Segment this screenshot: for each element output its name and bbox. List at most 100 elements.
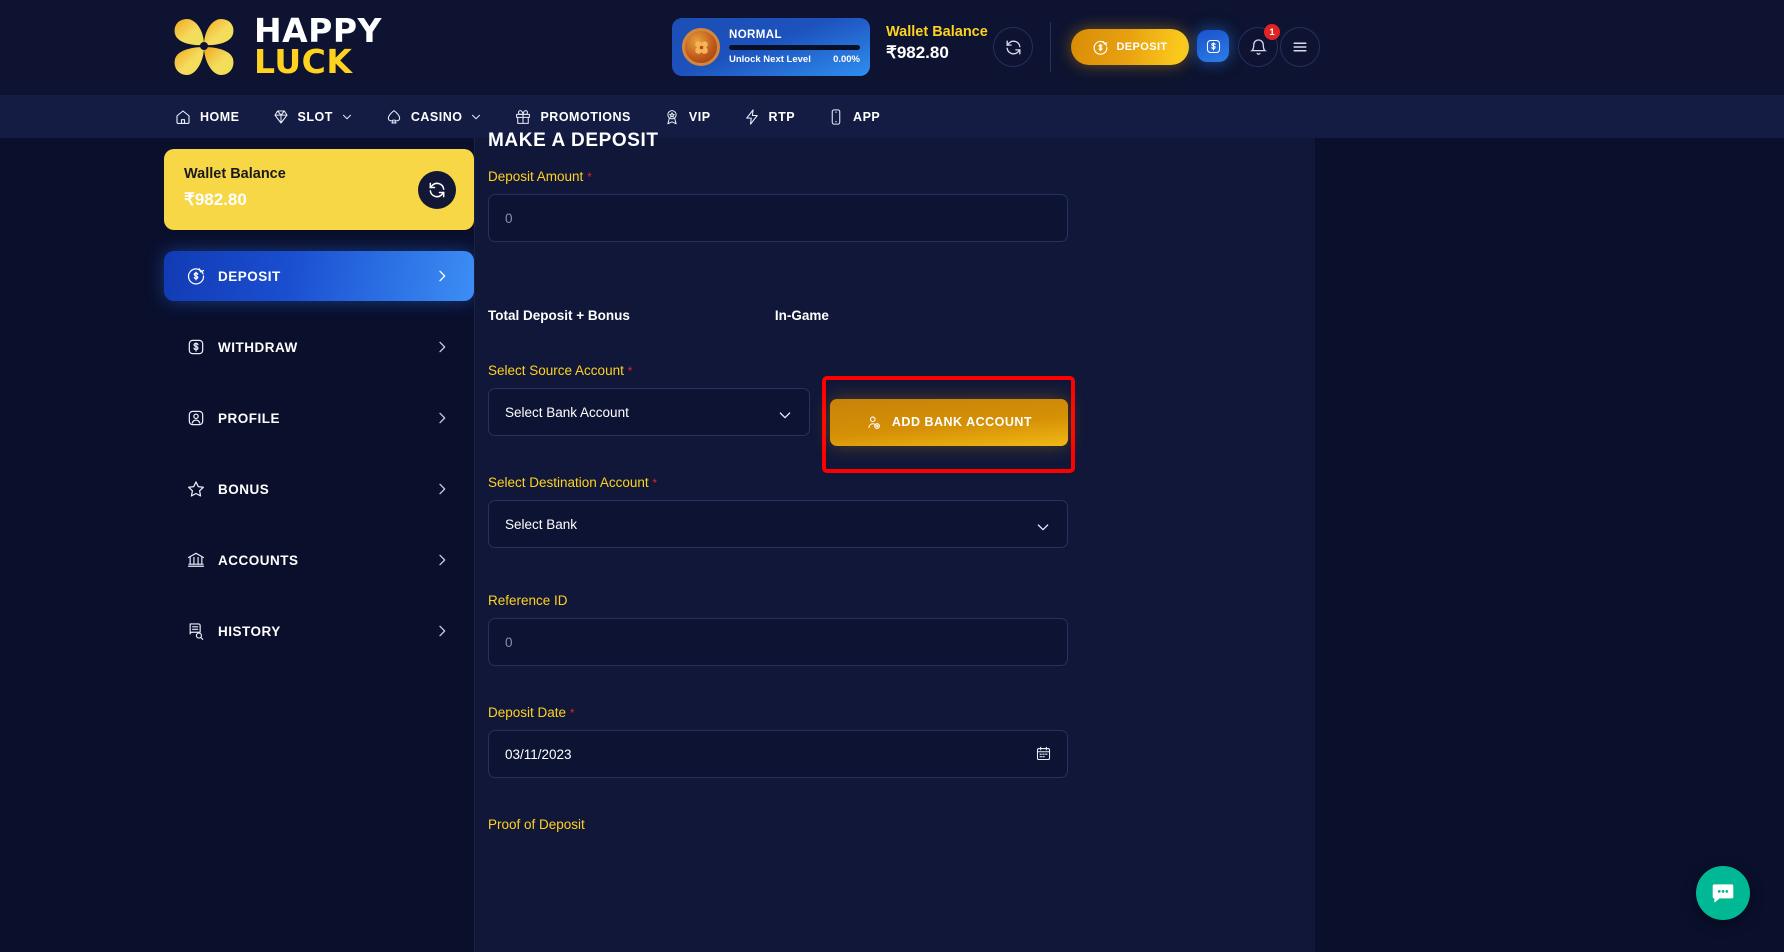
reference-id-label: Reference ID [488, 593, 568, 608]
sidebar-wallet-amount: ₹982.80 [184, 190, 247, 209]
chevron-down-icon [1037, 524, 1049, 531]
add-bank-account-label: ADD BANK ACCOUNT [891, 415, 1033, 429]
home-icon [176, 109, 190, 124]
vip-level-name: NORMAL [729, 29, 782, 41]
vip-badge-icon [667, 109, 677, 124]
deposit-date-field: Deposit Date * [488, 705, 1068, 778]
user-box-icon [186, 408, 206, 428]
required-asterisk: * [627, 364, 633, 378]
nav-item-casino[interactable]: CASINO [369, 95, 499, 138]
nav-label-slot: SLOT [297, 109, 333, 124]
deposit-coin-icon [186, 266, 206, 286]
vip-unlock-label: Unlock Next Level [729, 54, 811, 65]
page-title: MAKE A DEPOSIT [488, 130, 659, 151]
chevron-right-icon [439, 412, 446, 424]
calendar-icon[interactable] [1035, 745, 1052, 762]
sidebar-label-history: HISTORY [218, 623, 281, 639]
nav-label-vip: VIP [688, 109, 711, 124]
refresh-icon [429, 182, 445, 198]
chevron-down-icon [472, 114, 481, 119]
clover-logo-icon [174, 19, 234, 75]
destination-account-field: Select Destination Account * Select Bank [488, 475, 1068, 548]
chat-icon [1712, 884, 1734, 903]
destination-account-selected-value: Select Bank [505, 516, 578, 532]
nav-label-casino: CASINO [410, 109, 463, 124]
deposit-amount-input[interactable] [488, 194, 1068, 242]
hamburger-icon [1293, 42, 1307, 52]
chevron-right-icon [439, 341, 446, 353]
destination-account-label-text: Select Destination Account [488, 475, 649, 490]
notifications-button[interactable]: 1 [1238, 24, 1280, 67]
destination-account-label: Select Destination Account * [488, 475, 1068, 490]
sidebar-label-withdraw: WITHDRAW [218, 339, 298, 355]
destination-account-select[interactable]: Select Bank [488, 500, 1068, 548]
source-account-select[interactable]: Select Bank Account [488, 388, 810, 436]
required-asterisk: * [569, 706, 575, 720]
sidebar-label-accounts: ACCOUNTS [218, 552, 299, 568]
page-body: Wallet Balance ₹982.80 DEPOSIT WITHDRAW … [0, 130, 1784, 952]
site-logo[interactable]: HAPPY LUCK [168, 13, 382, 81]
sidebar-item-bonus[interactable]: BONUS [164, 464, 474, 514]
diamond-icon [273, 109, 288, 124]
chevron-down-icon [779, 412, 791, 419]
wallet-icon-button[interactable] [1197, 30, 1229, 62]
deposit-date-label: Deposit Date * [488, 705, 1068, 720]
in-game-label: In-Game [774, 308, 829, 323]
source-account-label: Select Source Account * [488, 363, 810, 378]
proof-of-deposit-label: Proof of Deposit [488, 817, 585, 832]
add-bank-account-highlight: ADD BANK ACCOUNT [822, 376, 1075, 473]
deposit-summary-row: Total Deposit + Bonus In-Game [488, 308, 1068, 323]
header-deposit-button[interactable]: DEPOSIT [1071, 29, 1189, 65]
sidebar-wallet-card: Wallet Balance ₹982.80 [164, 149, 474, 230]
nav-item-app[interactable]: APP [811, 95, 896, 138]
main-navigation: HOME SLOT CASINO PROMOTIONS VIP RTP APP [0, 95, 1784, 138]
header-divider [1050, 22, 1051, 72]
header-wallet: Wallet Balance ₹982.80 [886, 24, 988, 63]
chevron-right-icon [439, 625, 446, 637]
document-search-icon [186, 621, 206, 641]
notification-count-badge: 1 [1264, 24, 1280, 40]
nav-item-slot[interactable]: SLOT [256, 95, 369, 138]
required-asterisk: * [652, 476, 658, 490]
header-deposit-label: DEPOSIT [1116, 41, 1168, 53]
nav-label-promotions: PROMOTIONS [540, 109, 631, 124]
nav-item-vip[interactable]: VIP [647, 95, 727, 138]
refresh-icon [1005, 39, 1021, 55]
chevron-right-icon [439, 483, 446, 495]
live-chat-button[interactable] [1696, 866, 1750, 920]
sidebar-item-history[interactable]: HISTORY [164, 606, 474, 656]
bell-icon [1249, 38, 1267, 55]
deposit-amount-field: Deposit Amount * [488, 169, 1068, 242]
sidebar-item-deposit[interactable]: DEPOSIT [164, 251, 474, 301]
required-asterisk: * [587, 170, 592, 184]
sidebar-item-withdraw[interactable]: WITHDRAW [164, 322, 474, 372]
add-bank-account-button[interactable]: ADD BANK ACCOUNT [829, 398, 1068, 446]
sidebar-item-accounts[interactable]: ACCOUNTS [164, 535, 474, 585]
sidebar-label-profile: PROFILE [218, 410, 281, 426]
refresh-balance-button[interactable] [993, 27, 1033, 67]
nav-item-rtp[interactable]: RTP [727, 95, 812, 138]
deposit-amount-label-text: Deposit Amount [488, 169, 584, 184]
dollar-box-icon [186, 337, 206, 357]
reference-id-input[interactable] [488, 618, 1068, 666]
chevron-right-icon [439, 270, 446, 282]
deposit-amount-label: Deposit Amount * [488, 169, 1068, 184]
nav-label-rtp: RTP [768, 109, 796, 124]
sidebar-refresh-button[interactable] [418, 171, 456, 209]
sidebar-item-profile[interactable]: PROFILE [164, 393, 474, 443]
reference-id-field: Reference ID [488, 593, 1068, 666]
sidebar-wallet-label: Wallet Balance [184, 166, 286, 182]
deposit-date-label-text: Deposit Date [488, 705, 567, 720]
spade-icon [387, 109, 400, 124]
mobile-icon [831, 108, 841, 125]
deposit-date-input[interactable] [488, 730, 1068, 778]
header-wallet-amount: ₹982.80 [886, 43, 949, 62]
nav-item-home[interactable]: HOME [158, 95, 256, 138]
sidebar-menu: DEPOSIT WITHDRAW PROFILE BONUS ACCOUNTS … [164, 251, 474, 656]
hamburger-menu-button[interactable] [1280, 27, 1320, 67]
sidebar-label-deposit: DEPOSIT [218, 268, 281, 284]
add-user-icon [868, 416, 880, 429]
vip-progress-percent: 0.00% [833, 54, 860, 65]
vip-level-badge[interactable]: NORMAL Unlock Next Level 0.00% [672, 18, 870, 76]
star-icon [186, 479, 206, 499]
